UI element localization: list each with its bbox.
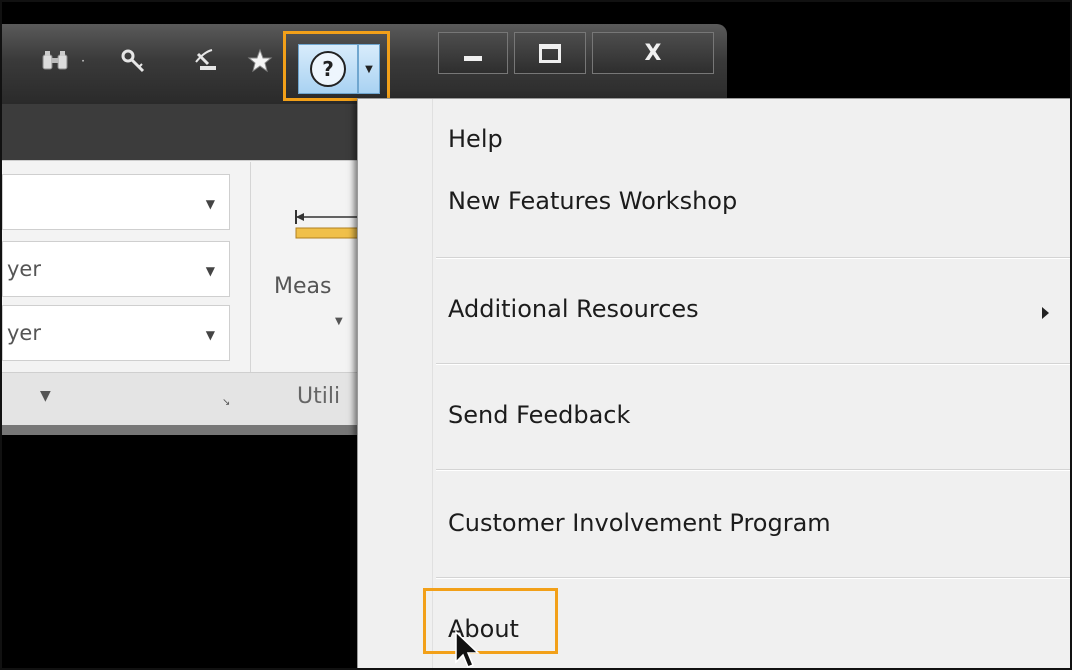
- binoculars-icon[interactable]: [40, 46, 70, 76]
- panel-launcher-icon[interactable]: ↘: [222, 397, 230, 408]
- maximize-icon: [539, 43, 561, 63]
- help-highlight-box: [283, 31, 390, 101]
- close-icon: X: [644, 40, 662, 66]
- menu-item-new-features-workshop[interactable]: New Features Workshop: [448, 187, 737, 215]
- ribbon-tab-strip: [2, 104, 367, 160]
- ribbon-combo-1[interactable]: ▼: [2, 174, 230, 230]
- layer-combo-1[interactable]: yer ▼: [2, 241, 230, 297]
- menu-icon-gutter: [358, 99, 433, 668]
- screenshot-frame: · ? ▼ X ▼ yer ▼ yer ▼ Meas ▼ ▼ ↘ Utili H…: [0, 0, 1072, 670]
- menu-separator: [436, 577, 1070, 579]
- minimize-button[interactable]: [438, 32, 508, 74]
- menu-item-customer-involvement-program[interactable]: Customer Involvement Program: [448, 509, 831, 537]
- favorites-star-icon[interactable]: [245, 46, 275, 76]
- about-highlight-box: [423, 588, 558, 654]
- help-dropdown-menu: Help New Features Workshop Additional Re…: [357, 98, 1070, 668]
- layer-combo-2[interactable]: yer ▼: [2, 305, 230, 361]
- key-icon[interactable]: [118, 46, 148, 76]
- binoculars-dropdown-icon[interactable]: ·: [68, 46, 98, 76]
- chevron-down-icon: ▼: [205, 328, 215, 342]
- menu-separator: [436, 257, 1070, 259]
- menu-separator: [436, 469, 1070, 471]
- menu-item-additional-resources[interactable]: Additional Resources: [448, 295, 699, 323]
- measure-label[interactable]: Meas: [274, 274, 331, 299]
- chevron-down-icon[interactable]: ▼: [40, 388, 51, 404]
- mouse-pointer-icon: [454, 630, 484, 668]
- measure-icon[interactable]: [292, 202, 362, 242]
- chevron-down-icon: ▼: [205, 197, 215, 211]
- menu-item-help[interactable]: Help: [448, 125, 503, 153]
- combo-value: yer: [7, 257, 41, 281]
- utilities-panel-label[interactable]: Utili: [297, 384, 340, 409]
- submenu-arrow-icon: [1042, 307, 1049, 319]
- ribbon-bottom-edge: [2, 425, 367, 435]
- satellite-icon[interactable]: [192, 46, 222, 76]
- menu-item-send-feedback[interactable]: Send Feedback: [448, 401, 630, 429]
- combo-value: yer: [7, 321, 41, 345]
- maximize-button[interactable]: [514, 32, 586, 74]
- minimize-icon: [464, 55, 482, 61]
- chevron-down-icon: ▼: [205, 264, 215, 278]
- close-button[interactable]: X: [592, 32, 714, 74]
- chevron-down-icon[interactable]: ▼: [335, 316, 343, 327]
- menu-separator: [436, 363, 1070, 365]
